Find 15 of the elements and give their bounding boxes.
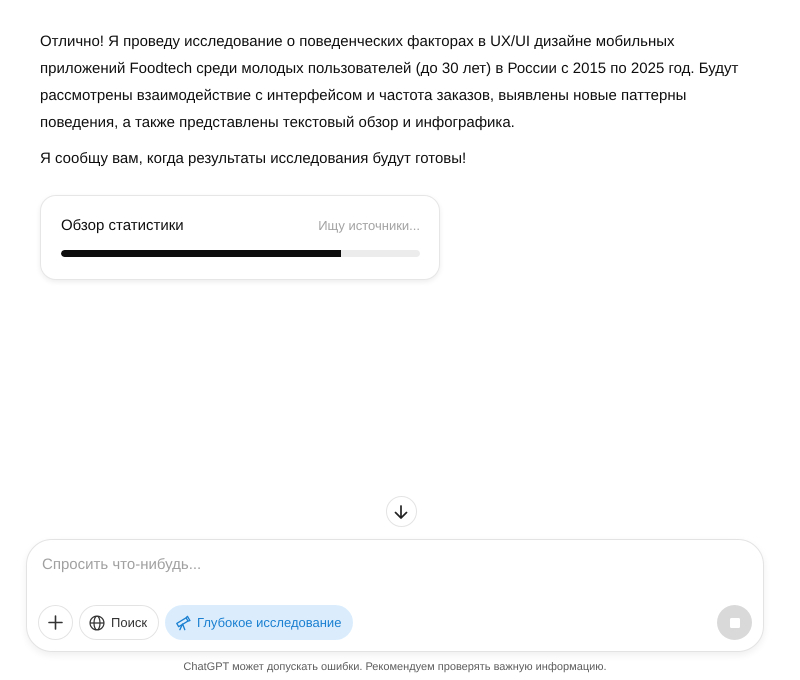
deep-research-button[interactable]: Глубокое исследование [165, 605, 354, 640]
disclaimer-text: ChatGPT может допускать ошибки. Рекомендуем проверять важную информацию. [183, 661, 607, 673]
scroll-down-button[interactable] [386, 496, 416, 527]
arrow-down-icon [394, 504, 408, 518]
task-status: Ищу источники... [318, 218, 420, 232]
message-input[interactable]: Спросить что-нибудь... [38, 553, 752, 575]
message-paragraph: Я сообщу вам, когда результаты исследования будут готовы! [40, 149, 468, 169]
plus-icon [48, 615, 63, 630]
add-button[interactable] [38, 605, 73, 640]
message-paragraph: Отлично! Я проведу исследование о поведенческих факторах в UX/UI дизайне мобильных приложений Foodtech среди молодых пользователей (до 30 лет) в России с 2015 по 2025 год. Будут рассмотрены взаимодействие с интерфейсом и частота заказов, выявлены новые паттерны поведения, а также представлены текстовый обзор и инфографика. [40, 32, 740, 133]
search-button[interactable]: Поиск [79, 605, 160, 640]
stop-icon [730, 618, 740, 628]
telescope-icon [175, 614, 192, 630]
task-title: Обзор статистики [61, 216, 184, 234]
globe-icon [89, 614, 105, 630]
